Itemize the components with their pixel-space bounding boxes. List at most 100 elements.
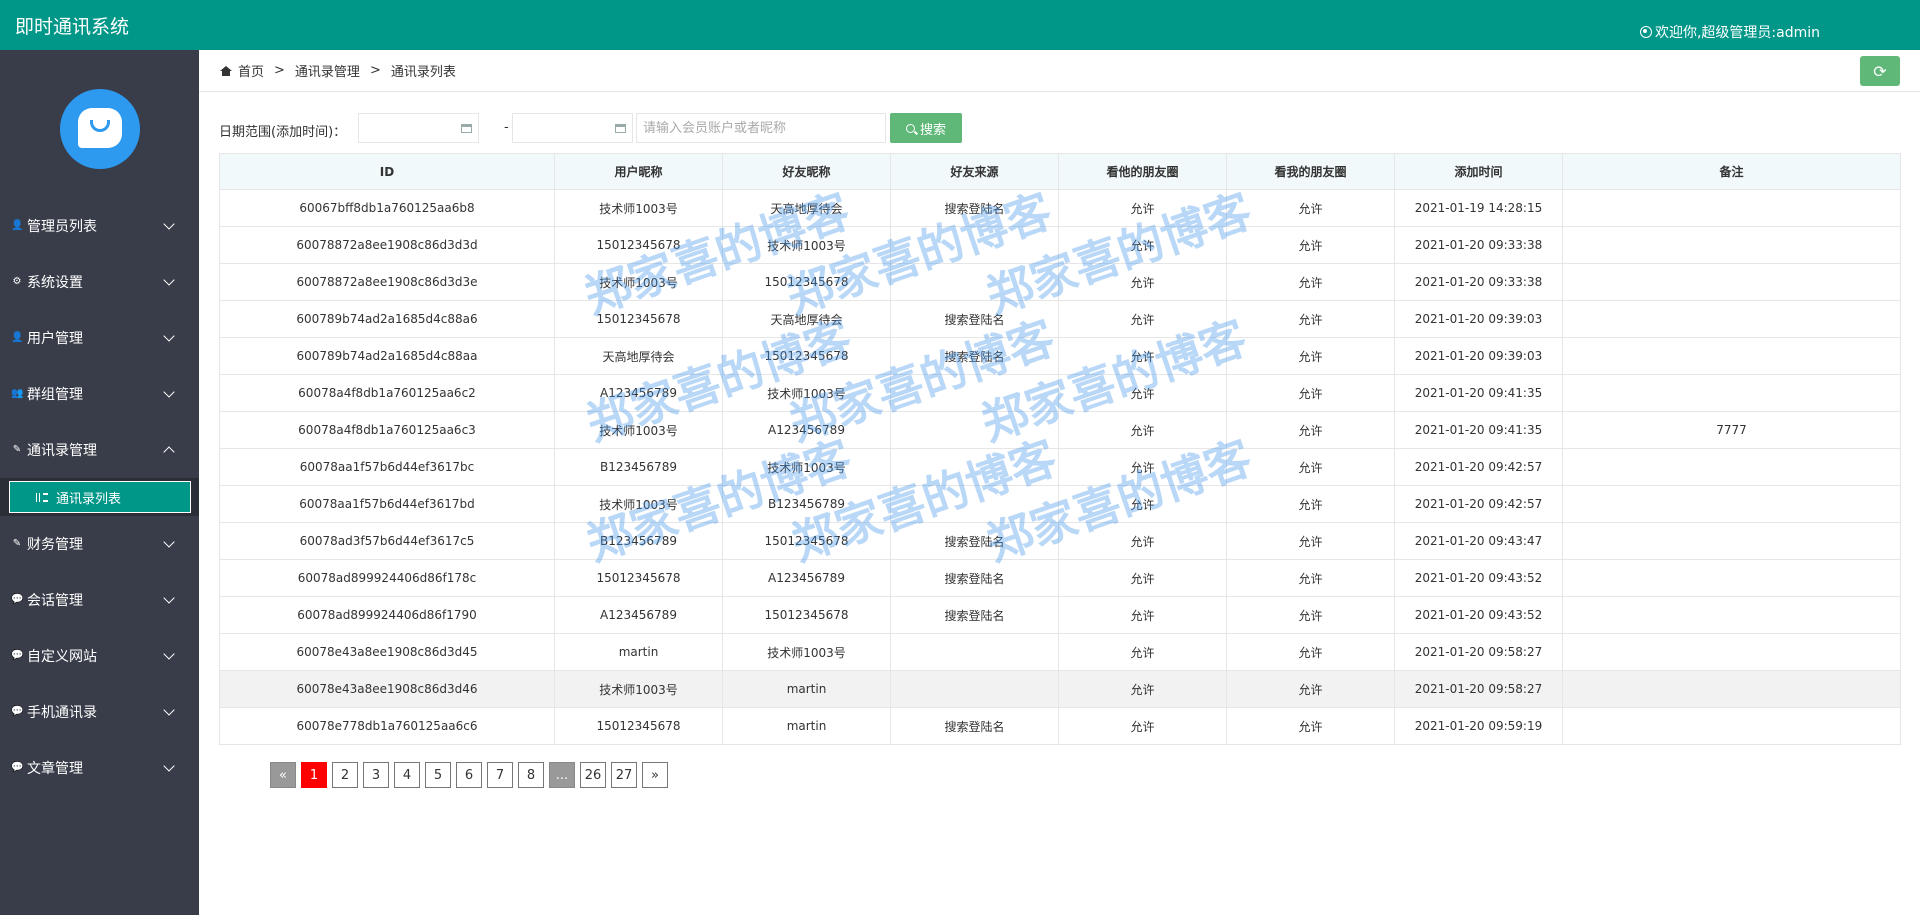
breadcrumb-separator: > xyxy=(369,63,381,78)
table-row[interactable]: 60078872a8ee1908c86d3d3d 15012345678 技术师10… xyxy=(219,226,1901,264)
refresh-button[interactable]: ⟳ xyxy=(1860,56,1900,86)
next-page-button[interactable]: » xyxy=(642,762,668,788)
table-cell xyxy=(890,448,1059,486)
table-cell: 15012345678 xyxy=(722,522,891,560)
page-number-button[interactable]: 26 xyxy=(580,762,606,788)
table-row[interactable]: 60078aa1f57b6d44ef3617bd 技术师1003号 B1234567… xyxy=(219,485,1901,523)
date-end-input[interactable] xyxy=(512,113,633,143)
contacts-table: ID 用户昵称 好友昵称 好友来源 看他的朋友圈 看我的朋友圈 添加时间 备注 60067bf… xyxy=(219,153,1901,745)
table-cell: 60078872a8ee1908c86d3d3e xyxy=(219,263,555,301)
table-cell: 搜索登陆名 xyxy=(890,189,1059,227)
table-cell: 允许 xyxy=(1058,411,1227,449)
home-icon xyxy=(220,65,232,76)
table-cell xyxy=(1562,522,1901,560)
table-cell: 2021-01-20 09:43:52 xyxy=(1394,559,1563,597)
table-cell: 允许 xyxy=(1058,522,1227,560)
table-row[interactable]: 600789b74ad2a1685d4c88a6 15012345678 天高地厚待… xyxy=(219,300,1901,338)
table-cell: 允许 xyxy=(1058,263,1227,301)
table-cell: 2021-01-20 09:58:27 xyxy=(1394,633,1563,671)
page-number-button[interactable]: 7 xyxy=(487,762,513,788)
chat-icon: 💬 xyxy=(11,650,24,661)
sidebar-item[interactable]: 💬 会话管理 xyxy=(0,572,199,628)
table-cell xyxy=(890,633,1059,671)
table-row[interactable]: 60078ad3f57b6d44ef3617c5 B123456789 150123… xyxy=(219,522,1901,560)
table-cell: 允许 xyxy=(1226,263,1395,301)
table-row[interactable]: 60078e43a8ee1908c86d3d46 技术师1003号 martin 允许… xyxy=(219,670,1901,708)
page-number-button[interactable]: 3 xyxy=(363,762,389,788)
column-header: 备注 xyxy=(1562,153,1901,190)
table-row[interactable]: 60078a4f8db1a760125aa6c3 技术师1003号 A1234567… xyxy=(219,411,1901,449)
page-number-button[interactable]: 2 xyxy=(332,762,358,788)
breadcrumb-separator: > xyxy=(274,63,285,78)
table-cell xyxy=(1562,485,1901,523)
table-cell: 技术师1003号 xyxy=(722,226,891,264)
column-header: 看他的朋友圈 xyxy=(1058,153,1227,190)
table-cell: 允许 xyxy=(1226,411,1395,449)
table-row[interactable]: 60078ad899924406d86f1790 A123456789 150123… xyxy=(219,596,1901,634)
table-cell: 15012345678 xyxy=(554,300,723,338)
logo xyxy=(60,89,140,169)
table-cell xyxy=(1562,374,1901,412)
prev-page-button[interactable]: « xyxy=(270,762,296,788)
page-number-button[interactable]: 1 xyxy=(301,762,327,788)
welcome-message[interactable]: 欢迎你,超级管理员:admin xyxy=(1639,22,1820,42)
sidebar-item[interactable]: ⚙ 系统设置 xyxy=(0,254,199,310)
sidebar-item-label: 用户管理 xyxy=(27,331,83,347)
page-number-button[interactable]: 4 xyxy=(394,762,420,788)
table-cell: 60078aa1f57b6d44ef3617bc xyxy=(219,448,555,486)
table-cell: 天高地厚待会 xyxy=(554,337,723,375)
table-row[interactable]: 60067bff8db1a760125aa6b8 技术师1003号 天高地厚待会 搜索… xyxy=(219,189,1901,227)
date-start-input[interactable] xyxy=(358,113,479,143)
table-row[interactable]: 60078e43a8ee1908c86d3d45 martin 技术师1003号 允许… xyxy=(219,633,1901,671)
table-cell: 搜索登陆名 xyxy=(890,559,1059,597)
table-header-row: ID 用户昵称 好友昵称 好友来源 看他的朋友圈 看我的朋友圈 添加时间 备注 xyxy=(219,153,1901,190)
table-cell: martin xyxy=(554,633,723,671)
sidebar-item[interactable]: 💬 自定义网站 xyxy=(0,628,199,684)
page-number-button[interactable]: 8 xyxy=(518,762,544,788)
chevron-down-icon xyxy=(163,648,175,660)
table-cell: 允许 xyxy=(1058,337,1227,375)
table-cell: 允许 xyxy=(1058,559,1227,597)
table-cell: 60078ad899924406d86f1790 xyxy=(219,596,555,634)
table-row[interactable]: 60078ad899924406d86f178c 15012345678 A1234… xyxy=(219,559,1901,597)
table-cell: 15012345678 xyxy=(554,559,723,597)
column-header: 好友昵称 xyxy=(722,153,891,190)
table-cell xyxy=(1562,670,1901,708)
page-number-button[interactable]: 6 xyxy=(456,762,482,788)
table-cell: B123456789 xyxy=(554,448,723,486)
sidebar-subitem-contacts-list[interactable]: 通讯录列表 xyxy=(9,481,191,513)
search-button[interactable]: 搜索 xyxy=(890,113,962,143)
table-cell: 允许 xyxy=(1058,596,1227,634)
page-number-button[interactable]: 27 xyxy=(611,762,637,788)
table-row[interactable]: 60078e778db1a760125aa6c6 15012345678 marti… xyxy=(219,707,1901,745)
sidebar-item[interactable]: 👥 群组管理 xyxy=(0,366,199,422)
table-cell: 60078aa1f57b6d44ef3617bd xyxy=(219,485,555,523)
sidebar-item[interactable]: 💬 文章管理 xyxy=(0,740,199,796)
table-cell xyxy=(890,226,1059,264)
sidebar-item[interactable]: 👤 管理员列表 xyxy=(0,198,199,254)
sidebar-item[interactable]: ✎ 通讯录管理 xyxy=(0,422,199,478)
sidebar-item[interactable]: ✎ 财务管理 xyxy=(0,516,199,572)
table-cell: 60078e778db1a760125aa6c6 xyxy=(219,707,555,745)
table-cell: 60078e43a8ee1908c86d3d46 xyxy=(219,670,555,708)
table-cell: 允许 xyxy=(1058,226,1227,264)
column-header: 用户昵称 xyxy=(554,153,723,190)
breadcrumb-contacts-management[interactable]: 通讯录管理 xyxy=(295,61,360,80)
page-ellipsis[interactable]: ... xyxy=(549,762,575,788)
submenu: 通讯录列表 xyxy=(0,478,199,516)
sidebar-item-label: 文章管理 xyxy=(27,761,83,777)
sidebar-item[interactable]: 💬 手机通讯录 xyxy=(0,684,199,740)
table-row[interactable]: 60078aa1f57b6d44ef3617bc B123456789 技术师100… xyxy=(219,448,1901,486)
table-cell: 60078a4f8db1a760125aa6c2 xyxy=(219,374,555,412)
table-row[interactable]: 60078872a8ee1908c86d3d3e 技术师1003号 15012345… xyxy=(219,263,1901,301)
breadcrumb-home[interactable]: 首页 xyxy=(238,61,264,80)
sidebar-item-label: 自定义网站 xyxy=(27,649,97,665)
page-number-button[interactable]: 5 xyxy=(425,762,451,788)
table-row[interactable]: 60078a4f8db1a760125aa6c2 A123456789 技术师100… xyxy=(219,374,1901,412)
column-header: 看我的朋友圈 xyxy=(1226,153,1395,190)
keyword-search-input[interactable] xyxy=(636,113,886,143)
table-cell: 技术师1003号 xyxy=(722,374,891,412)
sidebar-item[interactable]: 👤 用户管理 xyxy=(0,310,199,366)
table-row[interactable]: 600789b74ad2a1685d4c88aa 天高地厚待会 1501234567… xyxy=(219,337,1901,375)
table-cell: 允许 xyxy=(1226,633,1395,671)
